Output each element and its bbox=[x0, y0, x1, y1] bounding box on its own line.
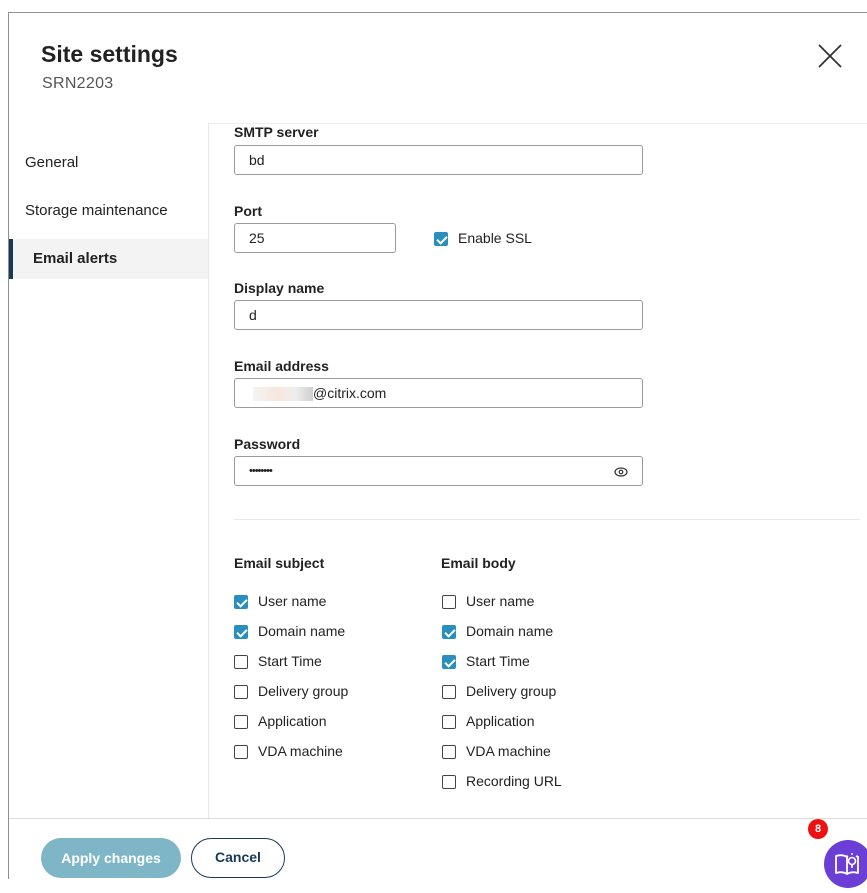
email-body-heading: Email body bbox=[441, 555, 516, 571]
sidebar-item-storage-maintenance[interactable]: Storage maintenance bbox=[9, 191, 208, 231]
body-application-checkbox[interactable] bbox=[442, 715, 456, 729]
body-recording-url-checkbox[interactable] bbox=[442, 775, 456, 789]
subject-delivery-group-label: Delivery group bbox=[258, 683, 349, 699]
body-domain-name-checkbox[interactable] bbox=[442, 625, 456, 639]
body-recording-url-label: Recording URL bbox=[466, 773, 562, 789]
cancel-button[interactable]: Cancel bbox=[191, 838, 285, 878]
apply-changes-button[interactable]: Apply changes bbox=[41, 838, 181, 878]
subject-domain-name-label: Domain name bbox=[258, 623, 346, 639]
port-label: Port bbox=[234, 203, 262, 219]
display-name-label: Display name bbox=[234, 280, 325, 296]
show-password-icon[interactable] bbox=[614, 466, 628, 478]
subject-username-checkbox[interactable] bbox=[234, 595, 248, 609]
body-vda-machine-checkbox[interactable] bbox=[442, 745, 456, 759]
body-delivery-group-checkbox[interactable] bbox=[442, 685, 456, 699]
password-input[interactable]: •••••••• bbox=[234, 456, 643, 486]
body-username-label: User name bbox=[466, 593, 535, 609]
body-vda-machine-label: VDA machine bbox=[466, 743, 551, 759]
subject-application-checkbox[interactable] bbox=[234, 715, 248, 729]
subject-vda-machine-checkbox[interactable] bbox=[234, 745, 248, 759]
notification-badge: 8 bbox=[808, 819, 828, 839]
enable-ssl-label: Enable SSL bbox=[458, 230, 532, 246]
dialog-title: Site settings bbox=[41, 41, 178, 67]
subject-vda-machine-label: VDA machine bbox=[258, 743, 343, 759]
site-settings-dialog: Site settings SRN2203 General Storage ma… bbox=[8, 12, 867, 888]
body-start-time-checkbox[interactable] bbox=[442, 655, 456, 669]
password-label: Password bbox=[234, 436, 301, 452]
enable-ssl-checkbox[interactable] bbox=[434, 232, 448, 246]
display-name-input[interactable]: d bbox=[234, 300, 643, 330]
email-address-input[interactable]: @citrix.com bbox=[234, 378, 643, 408]
subject-application-label: Application bbox=[258, 713, 327, 729]
blurred-username bbox=[253, 387, 313, 402]
port-input[interactable]: 25 bbox=[234, 223, 396, 253]
book-lightbulb-icon bbox=[835, 853, 859, 875]
subject-start-time-checkbox[interactable] bbox=[234, 655, 248, 669]
email-address-label: Email address bbox=[234, 358, 329, 374]
body-start-time-label: Start Time bbox=[466, 653, 530, 669]
body-application-label: Application bbox=[466, 713, 535, 729]
dialog-footer: Apply changes Cancel 8 bbox=[9, 818, 867, 888]
body-delivery-group-label: Delivery group bbox=[466, 683, 557, 699]
section-divider bbox=[234, 519, 860, 520]
sidebar-item-email-alerts[interactable]: Email alerts bbox=[9, 239, 208, 279]
body-username-checkbox[interactable] bbox=[442, 595, 456, 609]
close-icon[interactable] bbox=[817, 43, 843, 69]
subject-domain-name-checkbox[interactable] bbox=[234, 625, 248, 639]
help-center-button[interactable] bbox=[824, 840, 867, 888]
subject-start-time-label: Start Time bbox=[258, 653, 322, 669]
smtp-server-label: SMTP server bbox=[234, 124, 319, 140]
sidebar-item-general[interactable]: General bbox=[9, 143, 208, 183]
settings-sidebar: General Storage maintenance Email alerts bbox=[9, 123, 209, 818]
subject-delivery-group-checkbox[interactable] bbox=[234, 685, 248, 699]
smtp-server-input[interactable]: bd bbox=[234, 145, 643, 175]
email-subject-heading: Email subject bbox=[234, 555, 325, 571]
subject-username-label: User name bbox=[258, 593, 327, 609]
body-domain-name-label: Domain name bbox=[466, 623, 554, 639]
email-domain-text: @citrix.com bbox=[313, 385, 387, 401]
dialog-subtitle: SRN2203 bbox=[42, 75, 114, 92]
